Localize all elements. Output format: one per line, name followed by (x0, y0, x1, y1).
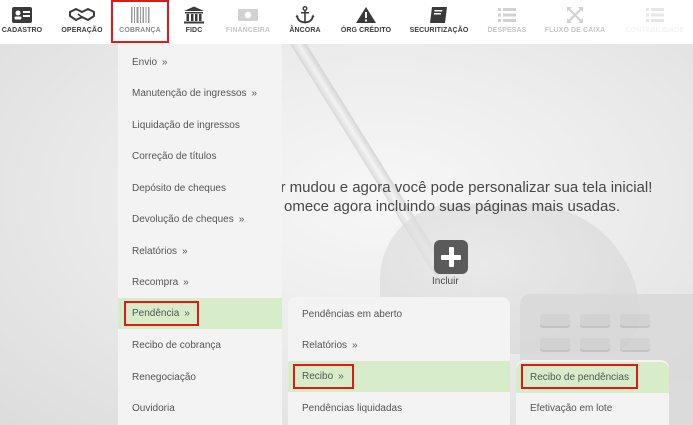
book-icon (430, 7, 447, 23)
toolbar-label: FINANCEIRA (225, 27, 271, 34)
menu-item-label: Recibo de cobrança (132, 340, 221, 351)
toolbar-item-fluxo-de-caixa[interactable]: FLUXO DE CAIXA (540, 0, 610, 44)
menu-item-deposito-de-cheques[interactable]: Depósito de cheques (118, 173, 282, 204)
toolbar-item-operacao[interactable]: OPERAÇÃO (56, 0, 108, 44)
top-toolbar: CADASTRO OPERAÇÃO COBRANÇA FIDC FINANCEI… (0, 0, 693, 44)
id-card-icon (12, 7, 32, 23)
menu-item-label: Renegociação (132, 372, 196, 383)
add-page-label[interactable]: Incluir (432, 276, 459, 287)
toolbar-item-despesas[interactable]: DESPESAS (484, 0, 530, 44)
chevron-right-icon: » (182, 246, 188, 257)
menu-item-correcao-de-titulos[interactable]: Correção de títulos (118, 141, 282, 172)
menu-item-relatorios[interactable]: Relatórios » (118, 236, 282, 267)
toolbar-item-cadastro[interactable]: CADASTRO (0, 0, 44, 44)
toolbar-label: SECURITIZAÇÃO (409, 27, 469, 34)
menu-item-label: Recompra (132, 277, 179, 288)
toolbar-label: FLUXO DE CAIXA (544, 27, 606, 34)
add-page-button[interactable] (434, 240, 468, 274)
menu-item-relatorios-pendencia[interactable]: Relatórios » (288, 330, 510, 361)
toolbar-item-org-credito[interactable]: ÓRG CRÉDITO (337, 0, 395, 44)
chevron-right-icon: » (162, 57, 168, 68)
highlight-box-pendencia (124, 301, 199, 326)
chevron-right-icon: » (352, 340, 358, 351)
toolbar-label: FIDC (185, 27, 203, 34)
menu-item-pendencias-em-aberto[interactable]: Pendências em aberto (288, 299, 510, 330)
toolbar-item-ancora[interactable]: ÂNCORA (284, 0, 326, 44)
pendencia-submenu: Pendências em aberto Relatórios» Recibo»… (288, 297, 510, 425)
menu-item-label: Relatórios (132, 246, 178, 257)
toolbar-label: ÂNCORA (289, 27, 321, 34)
toolbar-item-fidc[interactable]: FIDC (176, 0, 212, 44)
toolbar-label: ÓRG CRÉDITO (340, 27, 392, 34)
anchor-icon (295, 6, 315, 24)
menu-item-ouvidoria[interactable]: Ouvidoria (118, 393, 282, 424)
menu-item-efetivacao-em-lote[interactable]: Efetivação em lote (516, 393, 669, 424)
menu-item-label: Pendências liquidadas (302, 403, 403, 414)
list-icon (646, 8, 664, 22)
menu-item-label: Liquidação de ingressos (132, 120, 240, 131)
menu-item-label: Depósito de cheques (132, 183, 226, 194)
list-icon (498, 8, 516, 22)
handshake-icon (69, 8, 95, 21)
welcome-line-1: tor mudou e agora você pode personalizar… (268, 179, 653, 196)
menu-item-label: Envio (132, 57, 158, 68)
highlight-box-recibo-de-pendencias (521, 364, 638, 389)
menu-item-liquidacao-de-ingressos[interactable]: Liquidação de ingressos (118, 110, 282, 141)
money-bill-icon (238, 9, 258, 21)
barcode-icon (131, 7, 150, 23)
menu-item-label: Manutenção de ingressos (132, 88, 247, 99)
chevron-right-icon: » (183, 277, 189, 288)
bank-icon (184, 6, 204, 24)
cobranca-menu: Envio » Manutenção de ingressos » Liquidaç… (118, 44, 282, 425)
menu-item-manutencao-de-ingressos[interactable]: Manutenção de ingressos » (118, 78, 282, 109)
warning-icon (356, 7, 376, 23)
menu-item-label: Relatórios (302, 340, 348, 351)
welcome-message: tor mudou e agora você pode personalizar… (268, 178, 693, 216)
chevron-right-icon: » (238, 214, 245, 225)
menu-item-renegociacao[interactable]: Renegociação (118, 362, 282, 393)
toolbar-label: COBRANÇA (119, 27, 161, 34)
toolbar-item-financeira[interactable]: FINANCEIRA (222, 0, 274, 44)
welcome-line-2: omece agora incluindo suas páginas mais … (284, 198, 621, 215)
menu-item-label: Devolução de cheques (132, 214, 234, 225)
toolbar-item-contabilidade[interactable]: CONTABILIDADE (620, 0, 690, 44)
toolbar-label: DESPESAS (487, 27, 527, 34)
highlight-box-recibo (293, 364, 354, 389)
menu-item-label: Ouvidoria (132, 403, 175, 414)
menu-item-label: Correção de títulos (132, 151, 217, 162)
menu-item-label: Pendências em aberto (302, 309, 403, 320)
menu-item-recompra[interactable]: Recompra » (118, 267, 282, 298)
menu-item-label: Efetivação em lote (530, 403, 613, 414)
toolbar-label: CADASTRO (1, 27, 43, 34)
menu-item-envio[interactable]: Envio » (118, 47, 282, 78)
toolbar-item-cobranca[interactable]: COBRANÇA (111, 0, 169, 43)
toolbar-label: OPERAÇÃO (61, 27, 103, 34)
menu-item-devolucao-de-cheques[interactable]: Devolução de cheques » (118, 204, 282, 235)
menu-item-pendencias-liquidadas[interactable]: Pendências liquidadas (288, 393, 510, 424)
chevron-right-icon: » (251, 88, 258, 99)
menu-item-recibo-de-cobranca[interactable]: Recibo de cobrança (118, 330, 282, 361)
toolbar-item-securitizacao[interactable]: SECURITIZAÇÃO (406, 0, 472, 44)
toolbar-label: CONTABILIDADE (625, 27, 685, 34)
arrows-icon (567, 7, 583, 23)
